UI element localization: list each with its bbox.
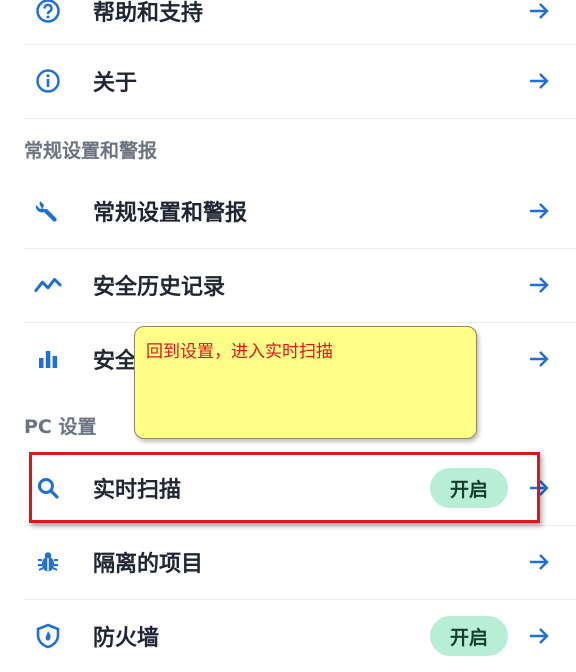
arrow-right-icon[interactable] xyxy=(526,272,552,298)
menu-item-label: 防火墙 xyxy=(93,626,160,651)
wrench-icon xyxy=(34,197,62,225)
question-circle-icon xyxy=(34,0,62,25)
menu-item-label: 帮助和支持 xyxy=(93,1,204,26)
bug-icon xyxy=(34,548,62,576)
divider xyxy=(24,118,576,119)
arrow-right-icon[interactable] xyxy=(526,198,552,224)
bar-chart-icon xyxy=(34,345,62,373)
annotation-note-text: 回到设置，进入实时扫描 xyxy=(146,342,333,362)
arrow-right-icon[interactable] xyxy=(526,549,552,575)
shield-icon xyxy=(34,622,62,650)
menu-item-label: 隔离的项目 xyxy=(93,552,204,577)
status-badge: 开启 xyxy=(430,616,508,656)
arrow-right-icon[interactable] xyxy=(526,346,552,372)
trend-line-icon xyxy=(34,271,62,299)
section-heading-general: 常规设置和警报 xyxy=(24,140,158,162)
section-heading-pc: PC 设置 xyxy=(24,416,97,438)
annotation-note: 回到设置，进入实时扫描 xyxy=(134,326,477,439)
menu-item-help[interactable]: 帮助和支持 xyxy=(0,0,576,47)
menu-item-quarantine[interactable]: 隔离的项目 xyxy=(0,526,576,598)
menu-item-label: 安全历史记录 xyxy=(93,275,226,300)
info-circle-icon xyxy=(34,67,62,95)
menu-item-firewall[interactable]: 防火墙 开启 xyxy=(0,600,576,672)
arrow-right-icon[interactable] xyxy=(526,68,552,94)
menu-item-about[interactable]: 关于 xyxy=(0,45,576,117)
arrow-right-icon[interactable] xyxy=(526,623,552,649)
menu-item-general-alerts[interactable]: 常规设置和警报 xyxy=(0,175,576,247)
menu-item-label: 关于 xyxy=(93,71,138,96)
menu-item-label: 安全 xyxy=(93,349,138,374)
highlight-box xyxy=(29,452,540,523)
menu-item-label: 常规设置和警报 xyxy=(93,201,248,226)
arrow-right-icon[interactable] xyxy=(526,0,552,24)
menu-item-security-history[interactable]: 安全历史记录 xyxy=(0,249,576,321)
